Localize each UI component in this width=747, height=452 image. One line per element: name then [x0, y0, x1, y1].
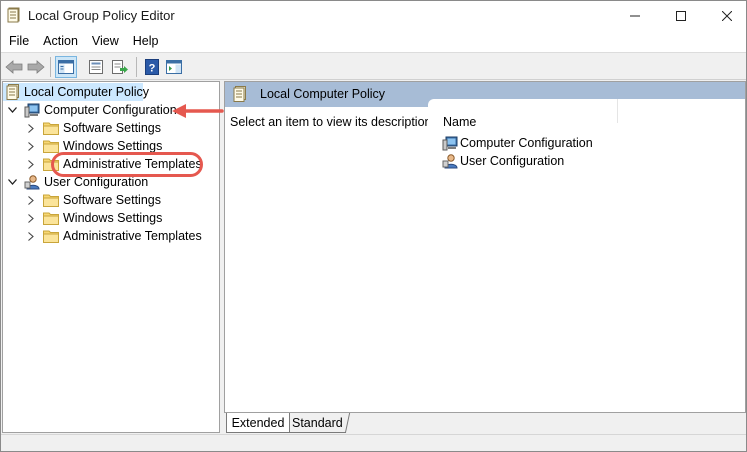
properties-button[interactable]	[85, 56, 107, 78]
tree-item-label: User Configuration	[44, 175, 149, 189]
close-icon	[722, 10, 732, 21]
column-header-label: Name	[443, 115, 477, 129]
close-button[interactable]	[704, 1, 747, 30]
chevron-right-icon[interactable]	[25, 158, 37, 170]
help-button[interactable]: ?	[141, 56, 163, 78]
chevron-right-icon[interactable]	[25, 122, 37, 134]
tab-extended-label: Extended	[231, 415, 285, 430]
forward-button[interactable]	[25, 56, 47, 78]
view-tabs: Standard Extended	[224, 413, 746, 433]
list-item-label: Computer Configuration	[460, 136, 593, 150]
menu-file[interactable]: File	[1, 30, 36, 52]
tab-extended[interactable]: Extended	[226, 413, 290, 433]
group-policy-app-icon	[6, 7, 22, 23]
column-header-name[interactable]: Name	[428, 99, 618, 129]
tree-item-software-settings[interactable]: Software Settings	[25, 119, 161, 137]
tree-item-local-computer-policy[interactable]: Local Computer Policy	[3, 83, 149, 101]
back-button[interactable]	[3, 56, 25, 78]
help-icon: ?	[145, 59, 159, 75]
export-list-icon	[112, 60, 128, 74]
show-action-pane-icon	[166, 60, 182, 74]
annotation-arrow-icon	[172, 104, 224, 118]
export-list-button[interactable]	[109, 56, 131, 78]
chevron-down-icon[interactable]	[6, 104, 18, 116]
chevron-right-icon[interactable]	[25, 230, 37, 242]
description-text: Select an item to view its description.	[230, 115, 435, 129]
computer-icon	[442, 135, 458, 151]
minimize-icon	[630, 15, 640, 16]
tree-item-software-settings[interactable]: Software Settings	[25, 191, 161, 209]
status-bar	[1, 434, 746, 451]
maximize-icon	[676, 10, 686, 21]
user-icon	[24, 174, 40, 190]
chevron-right-icon[interactable]	[25, 212, 37, 224]
tree-item-administrative-templates[interactable]: Administrative Templates	[25, 227, 202, 245]
toolbar-separator	[50, 57, 51, 77]
tree-item-computer-configuration[interactable]: Computer Configuration	[6, 101, 177, 119]
minimize-button[interactable]	[612, 1, 658, 30]
console-tree-pane: Local Computer Policy Computer Configura…	[2, 81, 220, 433]
folder-icon	[43, 210, 59, 226]
chevron-down-icon[interactable]	[6, 176, 18, 188]
tree-item-label: Local Computer Policy	[24, 85, 150, 99]
folder-icon	[43, 192, 59, 208]
toolbar: ?	[1, 52, 746, 80]
menu-help[interactable]: Help	[126, 30, 166, 52]
folder-icon	[43, 228, 59, 244]
title-bar[interactable]: Local Group Policy Editor	[1, 1, 746, 30]
highlight-oval	[51, 152, 203, 177]
folder-icon	[43, 120, 59, 136]
tree-item-label: Software Settings	[63, 193, 161, 207]
menu-bar: File Action View Help	[1, 30, 746, 52]
details-pane: Local Computer Policy Select an item to …	[224, 81, 746, 413]
toolbar-separator	[136, 57, 137, 77]
main-window: Local Group Policy Editor File Action Vi…	[0, 0, 747, 452]
show-hide-tree-button[interactable]	[55, 56, 77, 78]
chevron-right-icon[interactable]	[25, 140, 37, 152]
policy-document-icon	[233, 86, 247, 105]
window-title: Local Group Policy Editor	[28, 8, 175, 23]
list-item-computer-configuration[interactable]: Computer Configuration	[442, 134, 593, 152]
show-hide-tree-icon	[58, 60, 74, 74]
chevron-right-icon[interactable]	[25, 194, 37, 206]
menu-view[interactable]: View	[85, 30, 126, 52]
tree-item-label: Windows Settings	[63, 139, 163, 153]
tree-item-label: Software Settings	[63, 121, 161, 135]
folder-icon	[43, 138, 59, 154]
computer-icon	[24, 102, 40, 118]
show-action-pane-button[interactable]	[163, 56, 185, 78]
details-header-title: Local Computer Policy	[260, 87, 386, 101]
tab-standard[interactable]: Standard	[285, 413, 351, 433]
list-item-label: User Configuration	[460, 154, 565, 168]
properties-icon	[89, 60, 103, 74]
items-list: Name Computer Configuration User Configu…	[428, 99, 745, 412]
tree-item-label: Computer Configuration	[44, 103, 177, 117]
forward-arrow-icon	[27, 60, 45, 74]
back-arrow-icon	[5, 60, 23, 74]
tree-item-label: Windows Settings	[63, 211, 163, 225]
list-item-user-configuration[interactable]: User Configuration	[442, 152, 564, 170]
svg-text:?: ?	[149, 63, 156, 75]
menu-action[interactable]: Action	[36, 30, 85, 52]
tree-item-windows-settings[interactable]: Windows Settings	[25, 209, 162, 227]
user-icon	[442, 153, 458, 169]
policy-document-icon	[6, 84, 20, 100]
tab-standard-label: Standard	[292, 415, 343, 430]
tree-item-label: Administrative Templates	[63, 229, 202, 243]
maximize-button[interactable]	[658, 1, 704, 30]
